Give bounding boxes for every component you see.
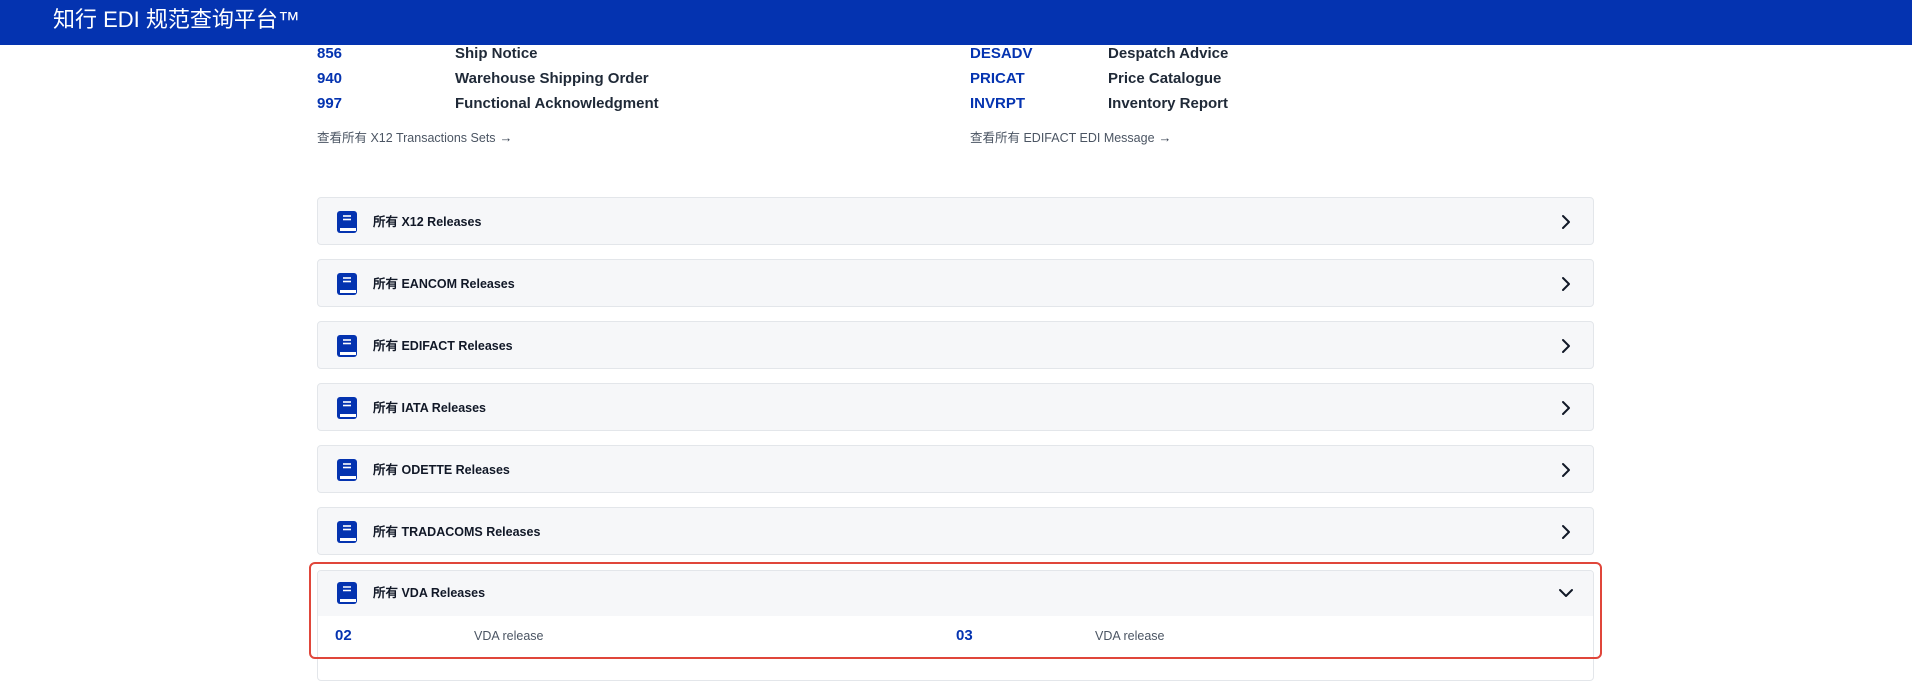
message-code[interactable]: INVRPT (970, 93, 1025, 115)
book-icon (337, 459, 357, 481)
transaction-name[interactable]: Functional Acknowledgment (455, 93, 659, 115)
chevron-down-icon[interactable] (1557, 584, 1575, 602)
message-name[interactable]: Inventory Report (1108, 93, 1228, 115)
message-name[interactable]: Price Catalogue (1108, 68, 1221, 90)
edifact-row-desadv[interactable]: DESADV Despatch Advice (970, 43, 1370, 65)
accordion-iata-releases[interactable]: 所有 IATA Releases (317, 383, 1594, 431)
transaction-name[interactable]: Ship Notice (455, 43, 538, 65)
accordion-label: 所有 IATA Releases (373, 401, 487, 415)
edifact-row-invrpt[interactable]: INVRPT Inventory Report (970, 93, 1370, 115)
message-code[interactable]: DESADV (970, 43, 1033, 65)
accordion-label: 所有 VDA Releases (373, 586, 486, 600)
book-icon (337, 335, 357, 357)
accordion-label: 所有 TRADACOMS Releases (373, 525, 541, 539)
edifact-row-pricat[interactable]: PRICAT Price Catalogue (970, 68, 1370, 90)
transaction-code[interactable]: 997 (317, 93, 342, 115)
view-all-edifact-label: 查看所有 EDIFACT EDI Message (970, 131, 1155, 145)
book-icon (337, 397, 357, 419)
chevron-right-icon[interactable] (1557, 461, 1575, 479)
release-code[interactable]: 02 (335, 626, 352, 646)
accordion-label: 所有 EANCOM Releases (373, 277, 515, 291)
transaction-code[interactable]: 856 (317, 43, 342, 65)
accordion-odette-releases[interactable]: 所有 ODETTE Releases (317, 445, 1594, 493)
transaction-name[interactable]: Warehouse Shipping Order (455, 68, 649, 90)
accordion-vda-releases: 所有 VDA Releases 02 VDA release 03 VDA re… (317, 570, 1594, 681)
accordion-label: 所有 ODETTE Releases (373, 463, 510, 477)
book-icon (337, 521, 357, 543)
release-description: VDA release (1095, 629, 1165, 643)
accordion-header[interactable]: 所有 VDA Releases (318, 571, 1593, 616)
site-brand[interactable]: 知行 EDI 规范查询平台™ (53, 7, 300, 33)
accordion-x12-releases[interactable]: 所有 X12 Releases (317, 197, 1594, 245)
chevron-right-icon[interactable] (1557, 523, 1575, 541)
x12-row-997[interactable]: 997 Functional Acknowledgment (317, 93, 717, 115)
book-icon (337, 211, 357, 233)
transaction-code[interactable]: 940 (317, 68, 342, 90)
view-all-x12-label: 查看所有 X12 Transactions Sets (317, 131, 496, 145)
accordion-label: 所有 EDIFACT Releases (373, 339, 513, 353)
arrow-right-icon: → (499, 130, 513, 145)
top-navigation-bar: 知行 EDI 规范查询平台™ (0, 0, 1912, 45)
chevron-right-icon[interactable] (1557, 275, 1575, 293)
accordion-eancom-releases[interactable]: 所有 EANCOM Releases (317, 259, 1594, 307)
x12-row-856[interactable]: 856 Ship Notice (317, 43, 717, 65)
arrow-right-icon: → (1158, 130, 1172, 145)
view-all-edifact-link[interactable]: 查看所有 EDIFACT EDI Message → (970, 130, 1172, 146)
chevron-right-icon[interactable] (1557, 399, 1575, 417)
chevron-right-icon[interactable] (1557, 337, 1575, 355)
accordion-label: 所有 X12 Releases (373, 215, 482, 229)
accordion-tradacoms-releases[interactable]: 所有 TRADACOMS Releases (317, 507, 1594, 555)
accordion-edifact-releases[interactable]: 所有 EDIFACT Releases (317, 321, 1594, 369)
message-name[interactable]: Despatch Advice (1108, 43, 1228, 65)
chevron-right-icon[interactable] (1557, 213, 1575, 231)
x12-row-940[interactable]: 940 Warehouse Shipping Order (317, 68, 717, 90)
vda-release-02[interactable]: 02 VDA release (335, 626, 835, 646)
vda-release-03[interactable]: 03 VDA release (956, 626, 1456, 646)
view-all-x12-link[interactable]: 查看所有 X12 Transactions Sets → (317, 130, 513, 146)
message-code[interactable]: PRICAT (970, 68, 1025, 90)
release-description: VDA release (474, 629, 544, 643)
book-icon (337, 273, 357, 295)
release-code[interactable]: 03 (956, 626, 973, 646)
book-icon (337, 582, 357, 604)
